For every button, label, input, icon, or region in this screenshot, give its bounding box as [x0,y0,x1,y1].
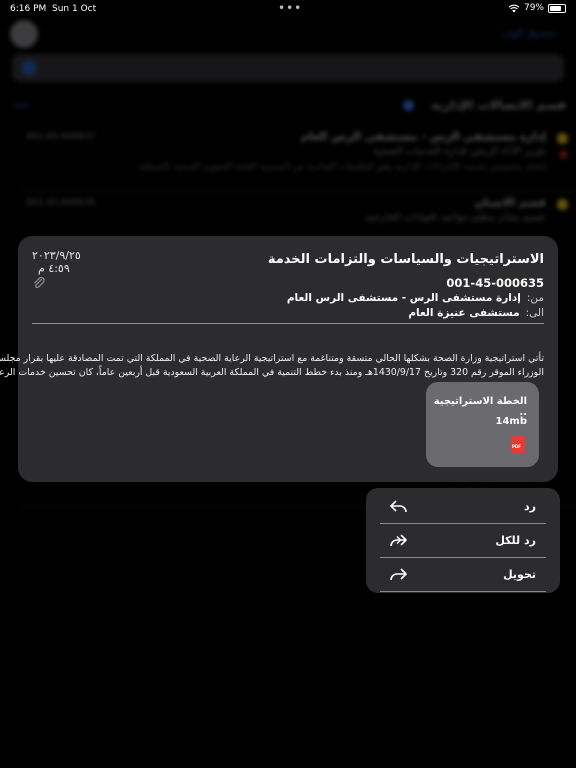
from-value: إدارة مستشفى الرس - مستشفى الرس العام [286,292,521,304]
flag-dot-icon [559,150,568,159]
priority-dot-icon [557,133,568,144]
wifi-icon [508,4,520,12]
message-reference: 001-45-000635 [446,276,544,290]
to-value: مستشفى عنيزة العام [408,307,520,319]
action-menu: رد رد للكل تحويل [366,488,560,593]
search-bar[interactable] [12,54,564,82]
paperclip-icon [34,276,45,289]
header-divider [32,323,544,324]
to-line: الى: مستشفى عنيزة العام [408,307,544,319]
message-date: ٢٠٢٣/٩/٢٥ [32,249,81,262]
menu-divider [380,591,546,592]
message-time: ٤:٥٩ م [38,262,70,275]
list-item-preview: إشعار بخصوص تحديث الإجراءات الإدارية وفق… [138,162,546,172]
reply-button[interactable]: رد [380,490,546,524]
pdf-file-icon: PDF [511,436,525,453]
divider [20,190,576,191]
attachment-tile[interactable]: الخطة الاستراتيجية .. 14mb PDF [426,382,539,467]
attachment-size: 14mb [495,416,528,427]
reply-all-icon [390,534,407,547]
battery-percent: 79% [523,3,544,13]
reply-label: رد [524,500,536,513]
forward-button[interactable]: تحويل [380,558,546,592]
reply-icon [390,500,407,513]
battery-icon [548,3,566,13]
to-label: الى: [525,307,544,319]
status-right: 79% [508,3,566,13]
list-item-title: إدارة مستشفى الرس - مستشفى الرس العام [300,130,546,143]
list-item-number: 001-45-000636 [26,198,96,208]
status-bar: 6:16 PM Sun 1 Oct ••• 79% [0,0,576,18]
message-body-line: تأتي استراتيجية وزارة الصحة بشكلها الحال… [0,353,544,364]
back-link[interactable]: صندوق الوارد [500,28,556,39]
reply-all-label: رد للكل [495,534,536,547]
list-item-number: 001-45-000637 [26,132,96,142]
avatar[interactable] [10,20,38,48]
status-time: 6:16 PM Sun 1 Oct [10,4,97,14]
attachment-name: الخطة الاستراتيجية .. [433,396,527,418]
search-icon [22,61,36,75]
from-line: من: إدارة مستشفى الرس - مستشفى الرس العا… [287,292,544,304]
message-subject: الاستراتيجيات والسياسات والتزامات الخدمة [267,252,544,267]
section-title: قسم الاتصالات الإدارية [431,98,566,112]
new-link[interactable]: جديد [12,100,30,110]
list-item-title: قسم الاسنان [474,196,546,209]
from-label: من: [526,292,544,304]
list-item-subtitle: تعميم بشأن تنظيم مواعيد العيادات الخارجي… [365,212,546,223]
forward-icon [390,568,407,581]
priority-dot-icon [557,199,568,210]
forward-label: تحويل [503,568,536,581]
reply-all-button[interactable]: رد للكل [380,524,546,558]
message-preview-card[interactable]: الاستراتيجيات والسياسات والتزامات الخدمة… [0,236,558,482]
list-item-subtitle: تقرير الأداء الربعي لإدارة الخدمات الصحي… [373,146,546,157]
multitasking-dots-icon[interactable]: ••• [278,1,302,15]
message-body-line: الوزراء الموقر رقم 320 وتاريخ 1430/9/17ه… [0,367,544,378]
section-icon [403,100,414,111]
message-body: تأتي استراتيجية وزارة الصحة بشكلها الحال… [0,352,544,380]
